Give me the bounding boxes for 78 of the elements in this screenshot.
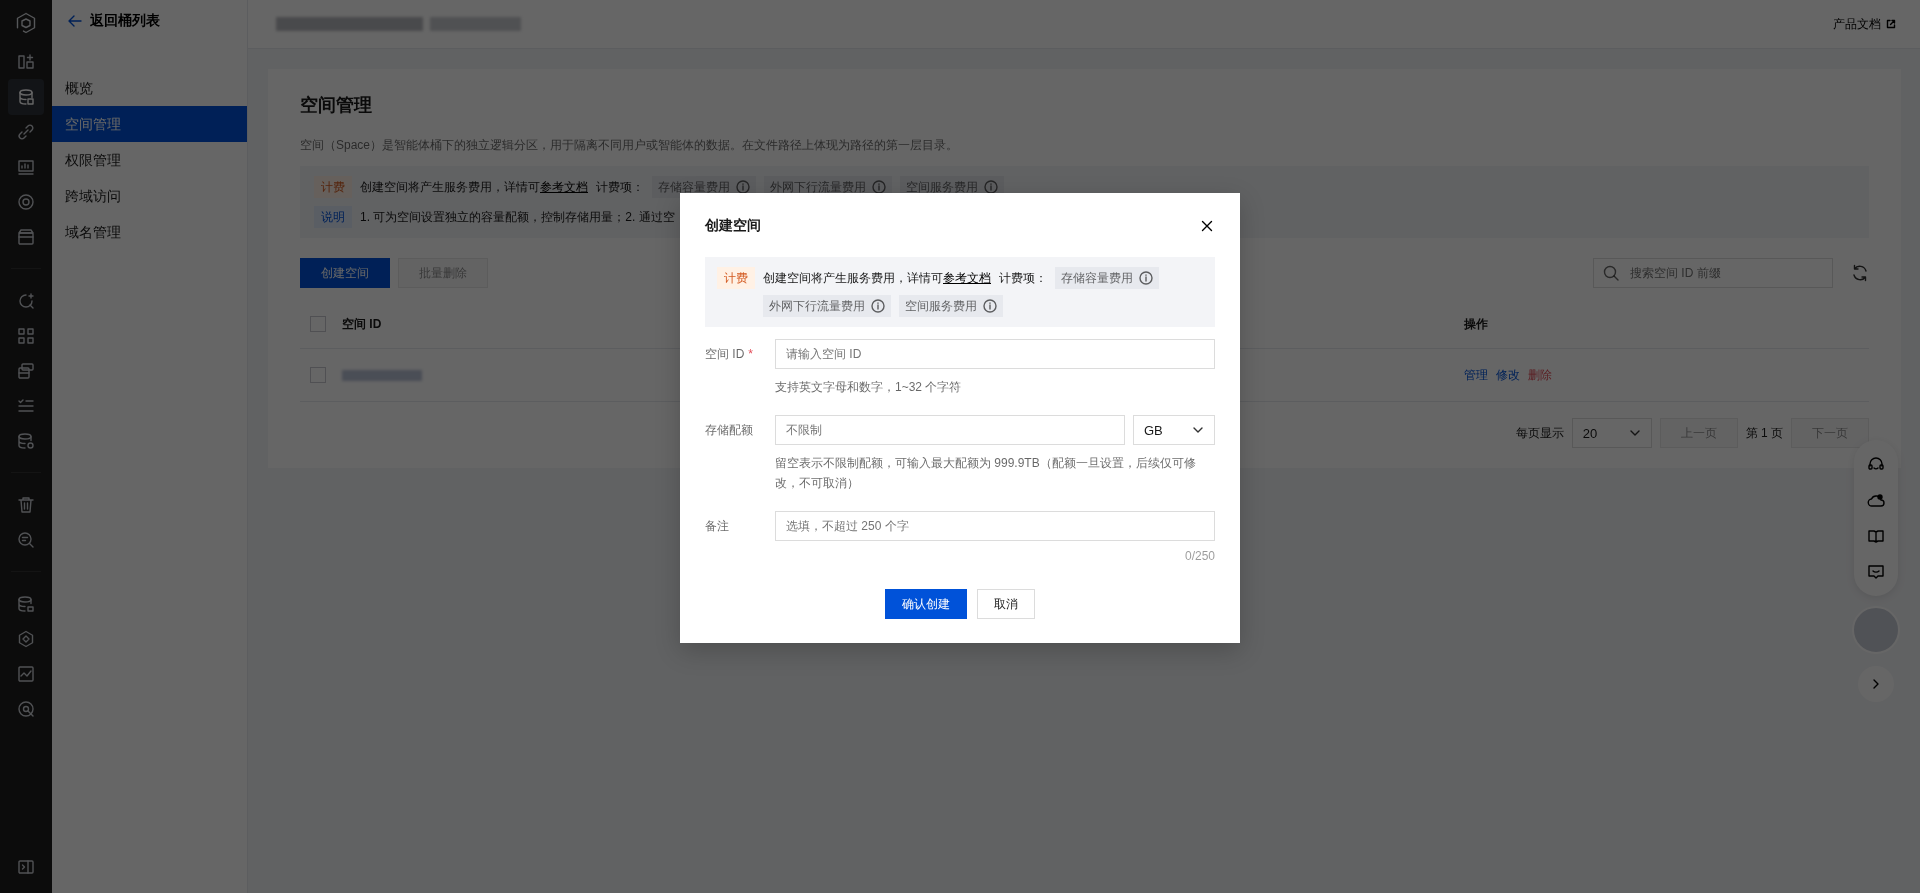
trash-icon [17,496,35,514]
text-input[interactable]: 请输入空间 ID [775,339,1215,369]
nav-item[interactable]: 概览 [52,70,247,106]
info-icon [871,299,885,313]
row-action-link[interactable]: 管理 [1464,366,1488,384]
row-action-link[interactable]: 修改 [1496,366,1520,384]
nav-item[interactable]: 跨域访问 [52,178,247,214]
fee-item-chip[interactable]: 存储容量费用 [1055,267,1159,289]
database-lock-icon [17,595,35,613]
refresh-icon [1851,264,1869,282]
product-docs-link[interactable]: 产品文档 [1833,15,1896,33]
nav-item[interactable]: 域名管理 [52,214,247,250]
help-text: 留空表示不限制配额，可输入最大配额为 999.9TB（配额一旦设置，后续仅可修改，不可取消） [775,455,1197,492]
create-space-button[interactable]: 创建空间 [300,258,390,288]
expand-button[interactable] [1858,666,1894,702]
page-size-label: 每页显示 [1515,424,1564,442]
text-input[interactable]: 选填，不超过 250 个字 [775,511,1215,541]
search-sparkle-icon [17,292,35,310]
cancel-button[interactable]: 取消 [977,589,1035,619]
target-icon [17,193,35,211]
hexagon-icon [17,630,35,648]
search-document-icon [17,531,35,549]
reference-doc-link[interactable]: 参考文档 [540,180,588,194]
nav-item[interactable]: 空间管理 [52,106,247,142]
fee-item-chip[interactable]: 空间服务费用 [899,295,1003,317]
column-header: 操作 [1464,315,1488,333]
hexagon-cube-logo [15,12,37,34]
row-action-link[interactable]: 删除 [1528,366,1552,384]
database-icon [17,88,35,106]
notice-text: 创建空间将产生服务费用，详情可参考文档 [763,270,991,287]
notice-tag: 说明 [314,206,352,228]
chevron-right-icon [1871,679,1881,689]
fee-item-chip[interactable]: 外网下行流量费用 [763,295,891,317]
chat-message-icon [1867,563,1885,581]
required-mark: * [748,346,753,363]
page-indicator: 第 1 页 [1745,424,1783,442]
monitor-chart-icon [17,665,35,683]
unit-select[interactable]: GB [1133,415,1215,445]
widgets-icon [17,53,35,71]
page-title: 空间管理 [300,94,373,117]
field-label: 空间 ID [705,346,745,363]
open-book-icon [1867,527,1885,545]
field-label: 备注 [705,518,729,535]
dialog-title: 创建空间 [705,217,761,235]
checklist-icon [17,397,35,415]
notice-tag: 计费 [314,176,352,198]
reference-doc-link[interactable]: 参考文档 [943,271,991,285]
cloud-icon [1867,491,1885,509]
back-link[interactable]: 返回桶列表 [52,0,247,42]
confirm-create-button[interactable]: 确认创建 [885,589,967,619]
close-icon [1201,220,1213,232]
database-button[interactable] [8,79,44,115]
database-gear-icon [17,432,35,450]
server-stack-icon [17,362,35,380]
sidebar-panel-icon [17,858,35,876]
search-gear-icon [17,700,35,718]
billing-items-label: 计费项： [596,179,644,196]
notice-text: 创建空间将产生服务费用，详情可参考文档 [360,179,588,196]
notice-tag: 计费 [717,267,755,289]
billing-items-label: 计费项： [999,270,1047,287]
info-icon [1139,271,1153,285]
page-size-select[interactable]: 20 [1571,418,1652,448]
chart-board-icon [17,158,35,176]
back-arrow-icon [68,15,82,27]
info-icon [983,299,997,313]
headset-icon [1867,455,1885,473]
box-icon [17,228,35,246]
close-button[interactable] [1199,218,1215,234]
apps-grid-icon [17,327,35,345]
column-header: 空间 ID [341,315,383,333]
notice-text: 1. 可为空间设置独立的容量配额，控制存储用量；2. 通过空 [360,209,675,226]
nav-item[interactable]: 权限管理 [52,142,247,178]
character-counter: 0/250 [1184,549,1215,563]
help-text: 支持英文字母和数字，1~32 个字符 [775,379,963,396]
external-link-icon [1886,19,1896,29]
quota-input[interactable]: 不限制 [775,415,1125,445]
link-icon [17,123,35,141]
field-label: 存储配额 [705,422,753,439]
